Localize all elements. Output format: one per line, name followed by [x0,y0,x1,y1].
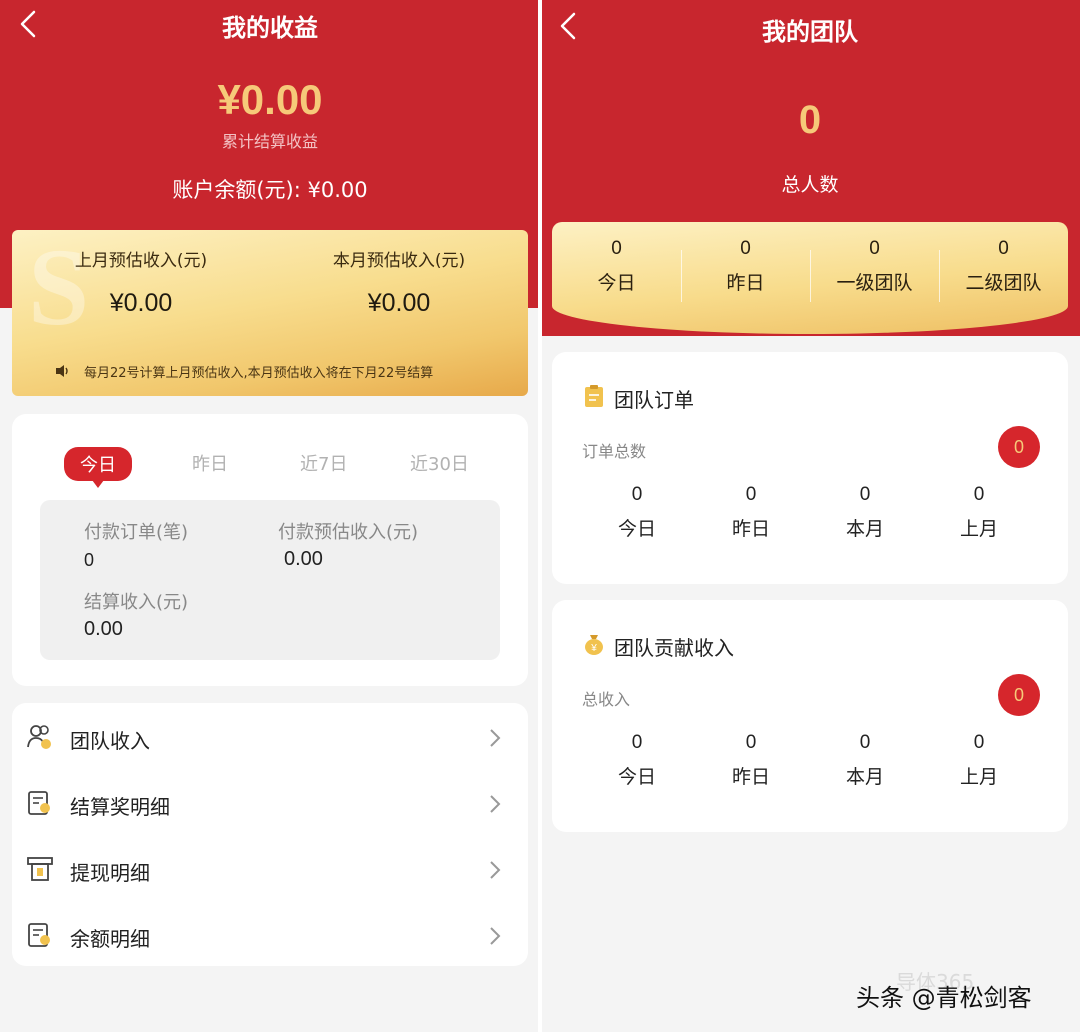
orders-last-month: 0 上月 [922,484,1036,541]
money-bag-icon: ¥ [585,635,603,655]
team-orders-title: 团队订单 [614,388,694,412]
orders-this-month-label: 本月 [845,518,884,540]
this-month-label: 本月预估收入(元) [332,251,466,271]
team-contribution-badge: 0 [998,674,1040,716]
strip-level1-value: 0 [869,238,880,259]
menu-item-balance-detail[interactable]: 余额明细 [12,903,528,967]
settlement-doc-icon [28,791,50,815]
earnings-menu: 团队收入 结算奖明细 提现明细 余额明细 [12,703,528,966]
total-settled-label: 累计结算收益 [221,132,318,151]
panel-divider [538,0,542,1032]
withdraw-icon [27,857,53,881]
chevron-right-icon [490,795,501,813]
menu-item-withdraw-detail[interactable]: 提现明细 [12,837,528,901]
paid-est-income-label: 付款预估收入(元) [278,522,419,543]
svg-text:¥: ¥ [590,643,597,654]
orders-today-value: 0 [631,484,643,505]
page-title: 我的团队 [762,18,858,46]
account-balance: 账户余额(元): ¥0.00 [172,178,368,202]
contrib-yesterday-value: 0 [745,732,757,753]
strip-today-label: 今日 [597,272,636,294]
team-orders-badge: 0 [998,426,1040,468]
clipboard-icon [585,385,603,407]
strip-yesterday-value: 0 [740,238,751,259]
menu-label-withdraw-detail: 提现明细 [70,861,150,885]
paid-orders-label: 付款订单(笔) [84,522,189,543]
orders-today-label: 今日 [617,518,656,540]
tab-today[interactable]: 今日 [64,447,132,488]
total-settled-amount: ¥0.00 [217,76,323,123]
earnings-screen: 我的收益 ¥0.00 累计结算收益 账户余额(元): ¥0.00 S 上月预估收… [0,0,540,1032]
menu-label-balance-detail: 余额明细 [70,927,150,951]
strip-level2[interactable]: 0 二级团队 [939,238,1068,295]
contrib-this-month: 0 本月 [808,732,922,789]
contrib-this-month-label: 本月 [845,766,884,788]
last-month-estimate: 上月预估收入(元) ¥0.00 [12,246,270,318]
this-month-value: ¥0.00 [367,289,431,317]
settled-income-value: 0.00 [84,618,123,640]
contrib-today-label: 今日 [617,766,656,788]
strip-level1-label: 一级团队 [836,272,913,294]
strip-level2-value: 0 [998,238,1009,259]
chevron-right-icon [490,927,501,945]
orders-last-month-label: 上月 [959,518,998,540]
strip-today-value: 0 [611,238,622,259]
menu-item-team-income[interactable]: 团队收入 [12,705,528,769]
team-contribution-subtitle: 总收入 [582,690,631,709]
team-orders-subtitle: 订单总数 [582,442,647,461]
menu-item-settlement-detail[interactable]: 结算奖明细 [12,771,528,835]
paid-est-income-value: 0.00 [284,548,323,570]
tab-30days[interactable]: 近30日 [410,450,469,476]
balance-doc-icon [28,923,50,947]
menu-label-team-income: 团队收入 [70,729,150,753]
strip-today: 0 今日 [552,238,681,295]
team-total-label: 总人数 [781,174,839,196]
last-month-label: 上月预估收入(元) [74,251,208,271]
settled-income-label: 结算收入(元) [84,592,189,613]
menu-label-settlement-detail: 结算奖明细 [70,795,170,819]
page-title: 我的收益 [222,14,318,42]
team-total-count: 0 [798,98,822,142]
orders-yesterday-label: 昨日 [731,518,770,540]
speaker-icon [56,365,68,377]
orders-last-month-value: 0 [973,484,985,505]
contrib-last-month: 0 上月 [922,732,1036,789]
contrib-yesterday-label: 昨日 [731,766,770,788]
team-contribution-card[interactable]: ¥ 团队贡献收入 总收入 0 0 今日 0 昨日 0 本月 0 上月 [552,600,1068,832]
contrib-this-month-value: 0 [859,732,871,753]
stats-panel: 付款订单(笔) 0 付款预估收入(元) 0.00 结算收入(元) 0.00 [40,500,500,660]
paid-orders-value: 0 [84,550,95,570]
team-screen: 我的团队 0 总人数 0 今日 0 昨日 0 一级团队 0 二级团队 团队订单 … [540,0,1080,1032]
team-users-icon [27,725,51,749]
strip-yesterday-label: 昨日 [726,272,765,294]
contrib-today: 0 今日 [580,732,694,789]
strip-yesterday: 0 昨日 [681,238,810,295]
team-contribution-title: 团队贡献收入 [614,636,734,660]
income-stats-card: 今日 昨日 近7日 近30日 付款订单(笔) 0 付款预估收入(元) 0.00 … [12,414,528,686]
orders-yesterday: 0 昨日 [694,484,808,541]
tab-7days[interactable]: 近7日 [300,450,347,476]
tab-yesterday[interactable]: 昨日 [192,450,228,476]
team-summary-strip: 0 今日 0 昨日 0 一级团队 0 二级团队 [552,222,1068,334]
orders-yesterday-value: 0 [745,484,757,505]
this-month-estimate: 本月预估收入(元) ¥0.00 [270,246,528,318]
settlement-notice: 每月22号计算上月预估收入,本月预估收入将在下月22号结算 [84,366,434,381]
contrib-today-value: 0 [631,732,643,753]
orders-this-month-value: 0 [859,484,871,505]
estimated-income-card: S 上月预估收入(元) ¥0.00 本月预估收入(元) ¥0.00 每月22号计… [12,230,528,396]
contrib-last-month-label: 上月 [959,766,998,788]
team-orders-card[interactable]: 团队订单 订单总数 0 0 今日 0 昨日 0 本月 0 上月 [552,352,1068,584]
strip-level1[interactable]: 0 一级团队 [810,238,939,295]
strip-level2-label: 二级团队 [965,272,1042,294]
last-month-value: ¥0.00 [109,289,173,317]
source-watermark: 头条 @青松剑客 [856,984,1032,1012]
orders-today: 0 今日 [580,484,694,541]
orders-this-month: 0 本月 [808,484,922,541]
contrib-yesterday: 0 昨日 [694,732,808,789]
chevron-right-icon [490,861,501,879]
chevron-right-icon [490,729,501,747]
contrib-last-month-value: 0 [973,732,985,753]
